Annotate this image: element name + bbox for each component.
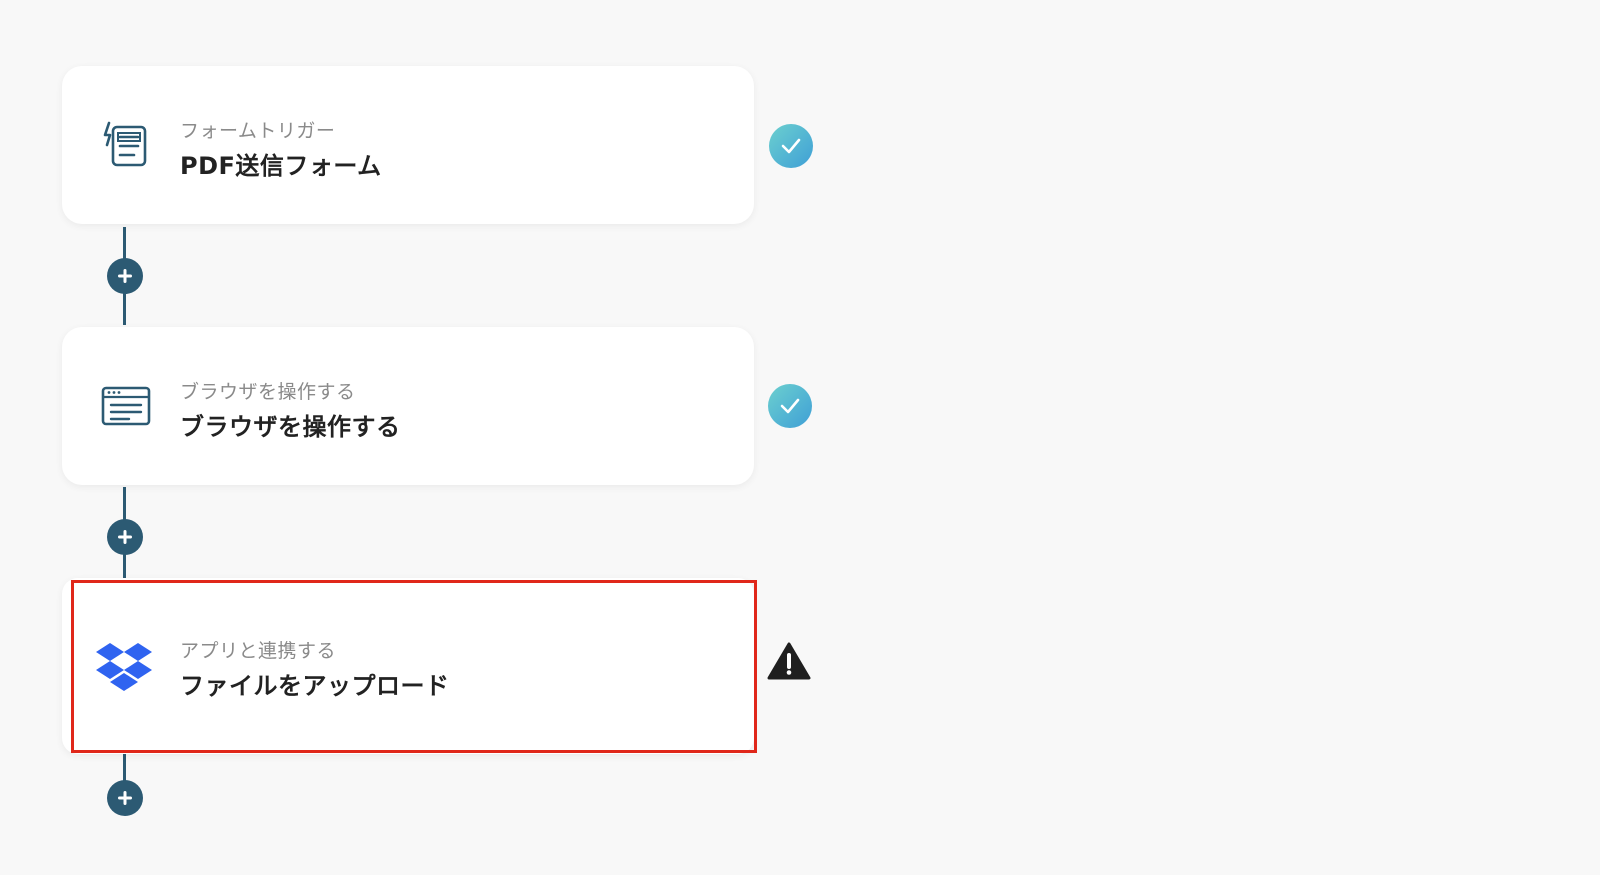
step-title: ブラウザを操作する bbox=[180, 413, 401, 441]
add-step-button[interactable] bbox=[107, 519, 143, 555]
workflow-canvas: フォームトリガー PDF送信フォーム ブラウザを操作する ブラウザを操作する ア… bbox=[0, 0, 1600, 875]
add-step-button[interactable] bbox=[107, 258, 143, 294]
dropbox-icon bbox=[96, 638, 152, 694]
browser-window-icon bbox=[98, 378, 154, 434]
step-complete-check-icon bbox=[769, 124, 813, 168]
form-trigger-icon bbox=[98, 117, 154, 173]
step-complete-check-icon bbox=[768, 384, 812, 428]
step-type-label: アプリと連携する bbox=[180, 640, 337, 662]
step-type-label: ブラウザを操作する bbox=[180, 381, 356, 403]
plus-icon bbox=[118, 269, 132, 283]
step-type-label: フォームトリガー bbox=[180, 120, 336, 142]
warning-icon bbox=[767, 639, 811, 683]
plus-icon bbox=[118, 791, 132, 805]
plus-icon bbox=[118, 530, 132, 544]
step-card-dropbox-upload[interactable]: アプリと連携する ファイルをアップロード bbox=[62, 578, 754, 754]
add-step-button[interactable] bbox=[107, 780, 143, 816]
step-title: ファイルをアップロード bbox=[180, 672, 450, 700]
step-card-browser[interactable]: ブラウザを操作する ブラウザを操作する bbox=[62, 327, 754, 485]
step-card-form-trigger[interactable]: フォームトリガー PDF送信フォーム bbox=[62, 66, 754, 224]
step-title: PDF送信フォーム bbox=[180, 152, 382, 180]
